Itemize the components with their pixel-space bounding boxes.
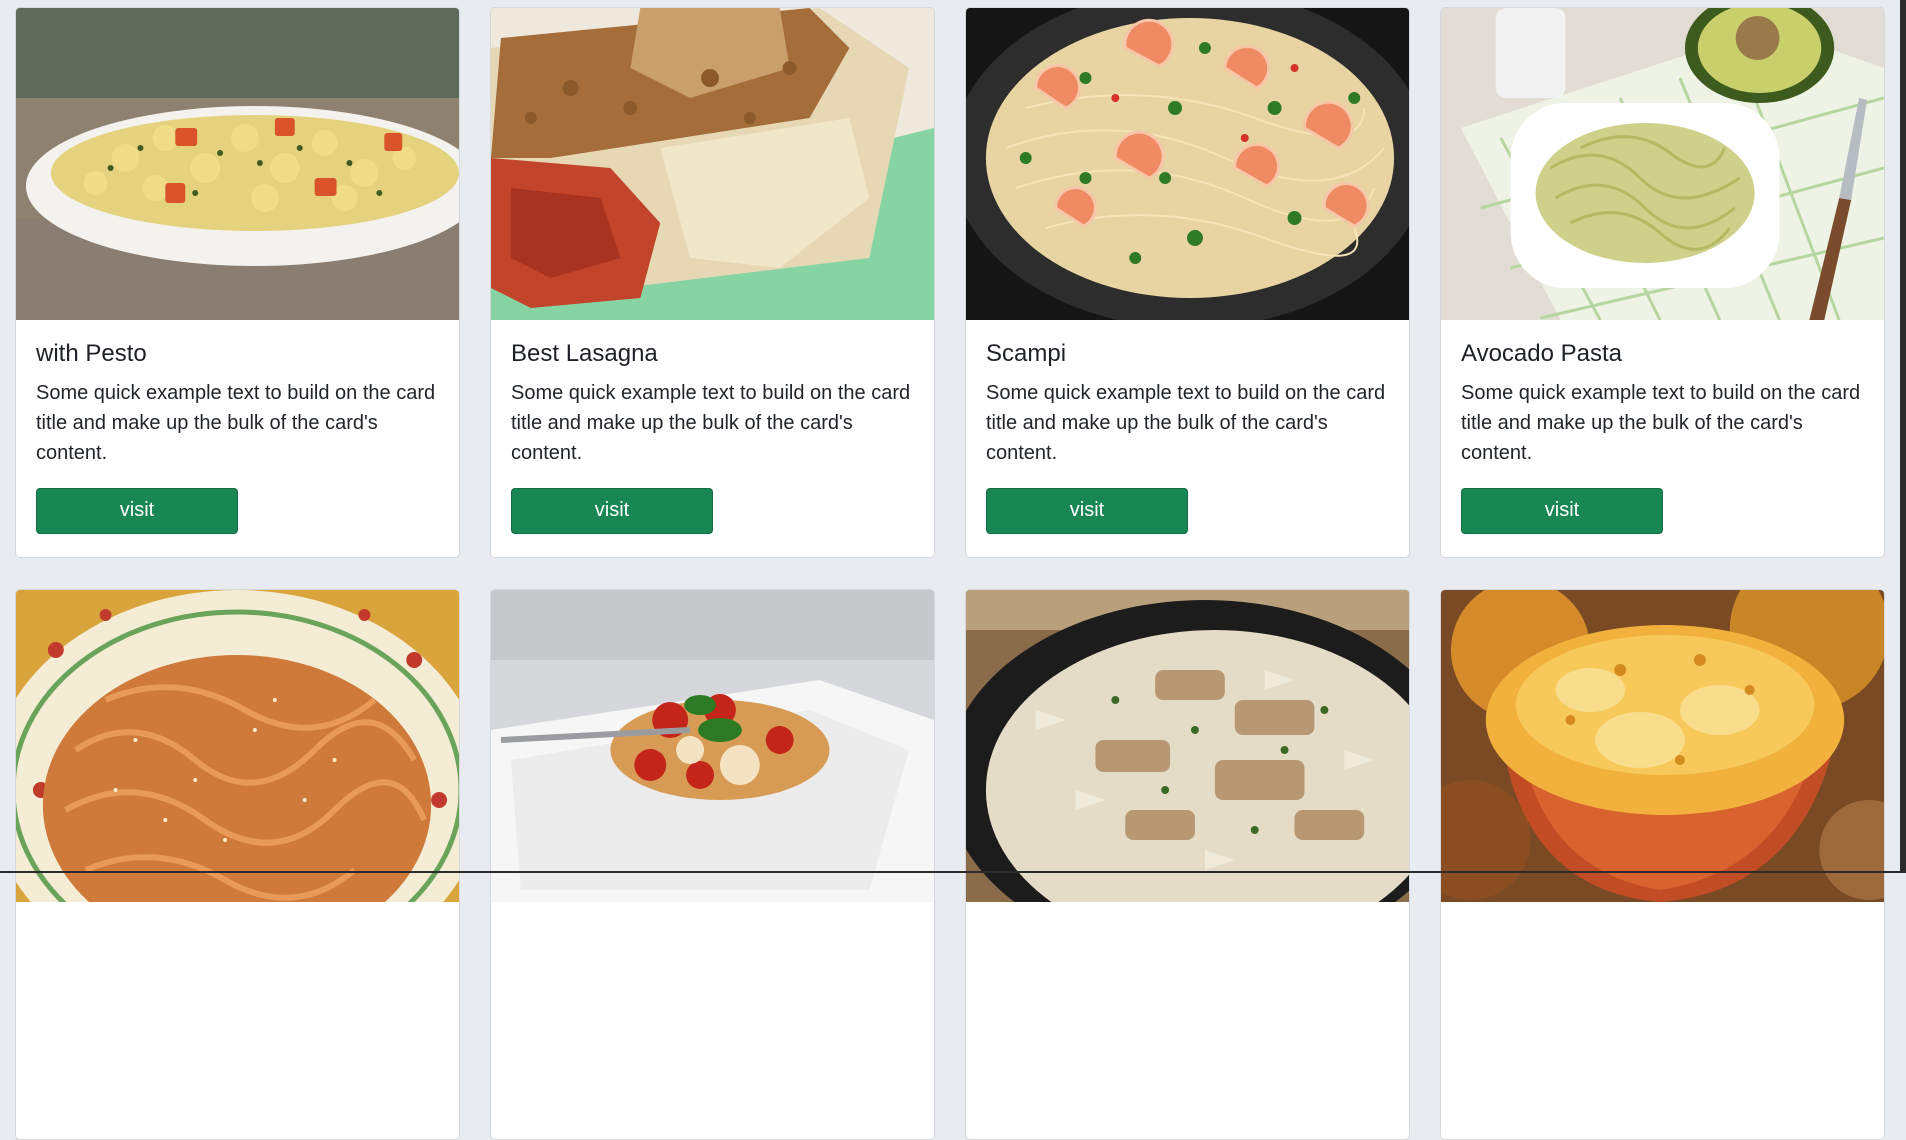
recipe-card-grid: with Pesto Some quick example text to bu… [15, 7, 1885, 1140]
card-text: Some quick example text to build on the … [36, 381, 436, 464]
card-image-caprese-pasta [491, 590, 934, 902]
card-image-chicken-bowtie [966, 590, 1409, 902]
recipe-card: with Pesto Some quick example text to bu… [15, 7, 460, 558]
card-image-pappardelle [16, 590, 459, 902]
card-title: Scampi [986, 340, 1067, 367]
recipe-card: Best Lasagna Some quick example text to … [490, 7, 935, 558]
card-title: with Pesto [36, 340, 147, 367]
recipe-card: Avocado Pasta Some quick example text to… [1440, 7, 1885, 558]
recipe-card [965, 589, 1410, 1140]
card-text: Some quick example text to build on the … [511, 381, 911, 464]
recipe-card [1440, 589, 1885, 1140]
card-body: with Pesto Some quick example text to bu… [16, 320, 459, 534]
card-image-shrimp-scampi [966, 8, 1409, 320]
card-body: Best Lasagna Some quick example text to … [491, 320, 934, 534]
card-text: Some quick example text to build on the … [986, 381, 1386, 464]
card-body: Scampi Some quick example text to build … [966, 320, 1409, 534]
recipe-card [15, 589, 460, 1140]
visit-button[interactable]: visit [986, 487, 1188, 534]
visit-button[interactable]: visit [1461, 487, 1663, 534]
card-image-pasta-salad [16, 8, 459, 320]
recipe-card [490, 589, 935, 1140]
recipe-card: Scampi Some quick example text to build … [965, 7, 1410, 558]
card-title: Avocado Pasta [1461, 340, 1623, 367]
card-title: Best Lasagna [511, 340, 658, 367]
card-image-lasagna [491, 8, 934, 320]
card-image-avocado-pasta [1441, 8, 1884, 320]
card-text: Some quick example text to build on the … [1461, 381, 1861, 464]
card-image-mac-cheese-cup [1441, 590, 1884, 902]
visit-button[interactable]: visit [511, 487, 713, 534]
card-body: Avocado Pasta Some quick example text to… [1441, 320, 1884, 534]
window-right-edge [1900, 0, 1906, 873]
visit-button[interactable]: visit [36, 487, 238, 534]
